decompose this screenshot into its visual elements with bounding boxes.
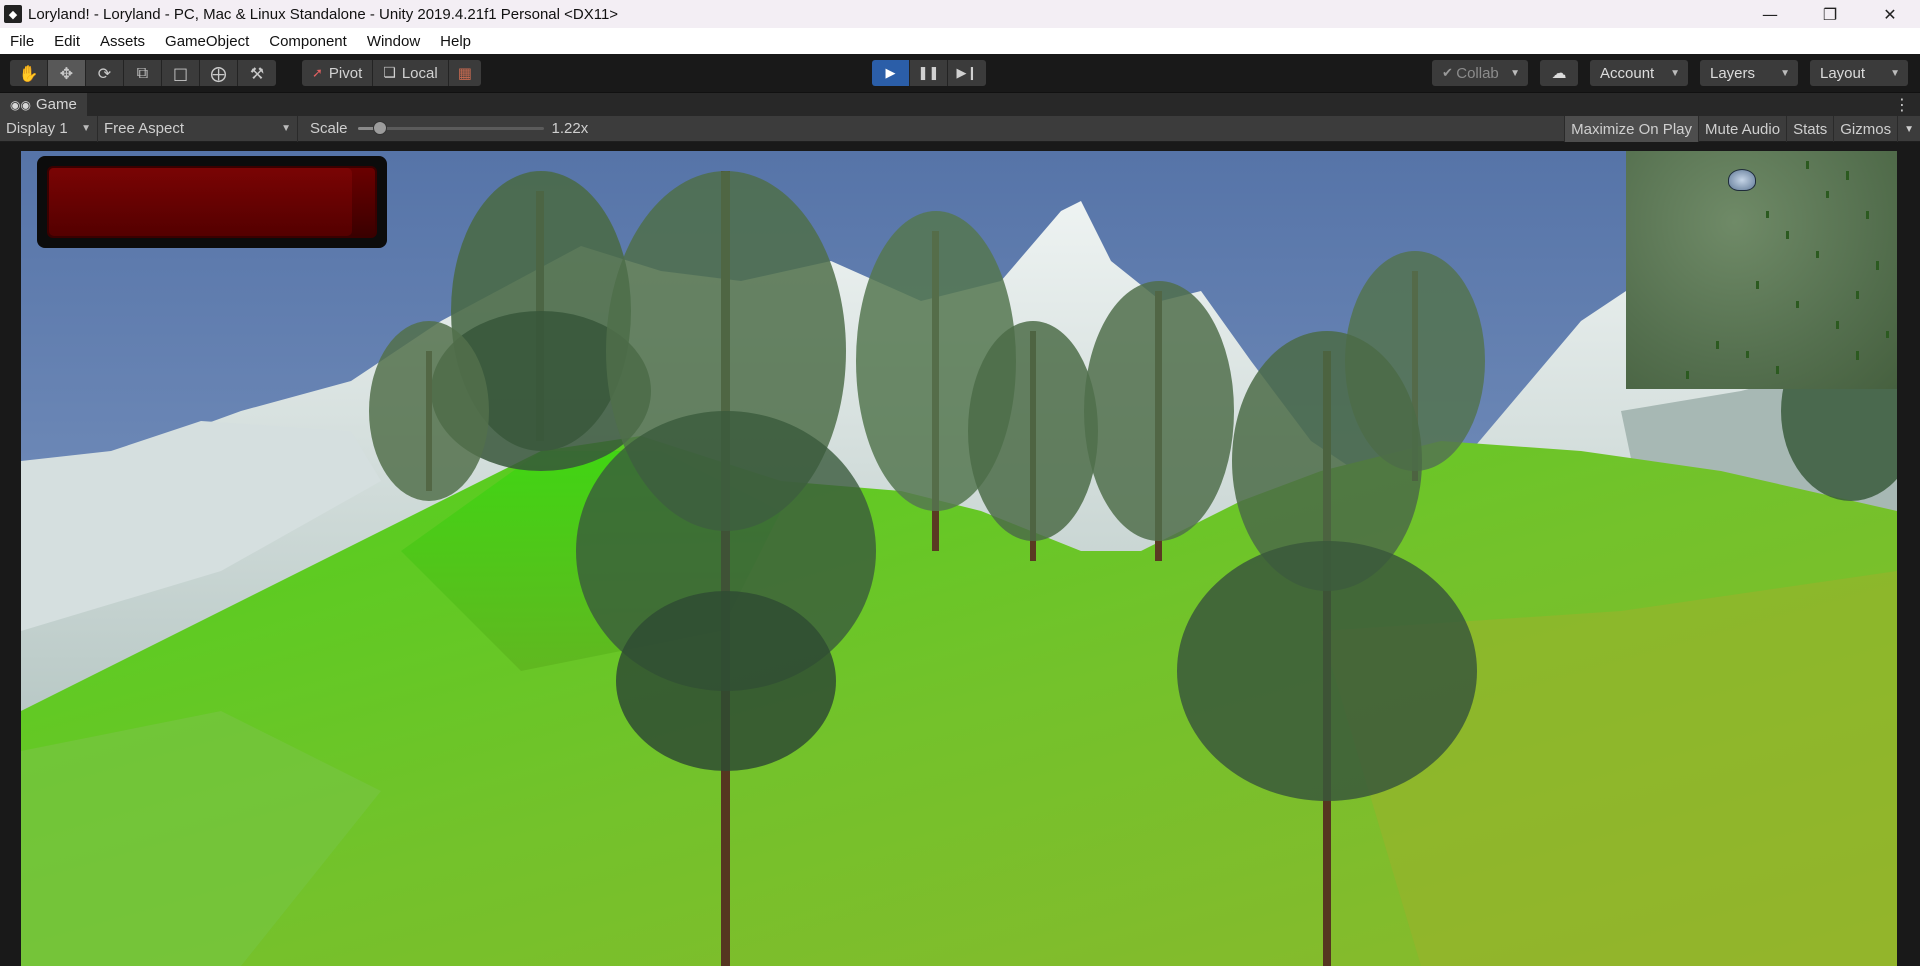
account-dropdown[interactable]: Account ▼ [1590, 60, 1688, 86]
grid-snap-toggle[interactable]: ▦ [448, 60, 481, 86]
unity-icon: ◆ [4, 5, 22, 23]
scale-label: Scale [310, 120, 348, 137]
scene-render [21, 151, 1897, 966]
pivot-label: Pivot [328, 64, 363, 82]
collab-check-icon: ✔ [1442, 65, 1453, 81]
tab-menu-icon[interactable]: ⋮ [1894, 95, 1910, 114]
chevron-down-icon: ▼ [1510, 67, 1520, 79]
rotate-tool-icon[interactable]: ⟳ [86, 60, 124, 86]
tab-game-label: Game [35, 96, 77, 113]
menu-edit[interactable]: Edit [44, 33, 90, 50]
handle-toggles: ➚ Pivot ❏ Local ▦ [302, 60, 481, 86]
collab-dropdown[interactable]: ✔ Collab ▼ [1432, 60, 1528, 86]
gizmos-label: Gizmos [1840, 120, 1892, 138]
menu-file[interactable]: File [0, 33, 44, 50]
main-toolbar: ✋ ✥ ⟳ ⧉ □ ⨁ ⚒ ➚ Pivot ❏ Local ▦ ▶ ❚❚ ▶❙ … [0, 54, 1920, 92]
window-title-bar: ◆ Loryland! - Loryland - PC, Mac & Linux… [0, 0, 1920, 28]
display-dropdown[interactable]: Display 1 ▼ [0, 115, 98, 142]
rect-tool-icon[interactable]: □ [162, 60, 200, 86]
stats-toggle[interactable]: Stats [1786, 116, 1833, 142]
cube-icon: ❏ [383, 65, 396, 81]
cloud-icon: ☁ [1551, 64, 1567, 82]
pivot-icon: ➚ [312, 65, 323, 81]
layers-label: Layers [1710, 64, 1756, 82]
transform-tools: ✋ ✥ ⟳ ⧉ □ ⨁ ⚒ [10, 60, 276, 86]
menu-assets[interactable]: Assets [90, 33, 155, 50]
custom-tool-icon[interactable]: ⚒ [238, 60, 276, 86]
layout-label: Layout [1820, 64, 1866, 82]
gizmos-toggle[interactable]: Gizmos [1833, 116, 1897, 142]
chevron-down-icon: ▼ [1904, 123, 1914, 135]
scale-control: Scale 1.22x [310, 120, 588, 137]
chevron-down-icon: ▼ [81, 123, 91, 134]
menu-component[interactable]: Component [259, 33, 357, 50]
tab-game[interactable]: ◉◉ Game [0, 92, 87, 117]
pivot-toggle[interactable]: ➚ Pivot [302, 60, 374, 86]
mute-audio-toggle[interactable]: Mute Audio [1698, 116, 1786, 142]
layers-dropdown[interactable]: Layers ▼ [1700, 60, 1798, 86]
scale-slider-thumb[interactable] [372, 121, 387, 135]
play-icon[interactable]: ▶ [872, 60, 910, 86]
chevron-down-icon: ▼ [1890, 67, 1900, 79]
minimap [1626, 151, 1897, 389]
layout-dropdown[interactable]: Layout ▼ [1810, 60, 1908, 86]
player-marker-icon [1728, 169, 1756, 191]
cloud-button[interactable]: ☁ [1540, 60, 1578, 86]
collab-label: Collab [1456, 64, 1499, 82]
menu-bar: File Edit Assets GameObject Component Wi… [0, 28, 1920, 54]
transform-tool-icon[interactable]: ⨁ [200, 60, 238, 86]
step-icon[interactable]: ▶❙ [948, 60, 986, 86]
hand-tool-icon[interactable]: ✋ [10, 60, 48, 86]
move-tool-icon[interactable]: ✥ [48, 60, 86, 86]
maximize-on-play-toggle[interactable]: Maximize On Play [1564, 116, 1698, 142]
game-viewport[interactable] [0, 142, 1920, 966]
gamepad-icon: ◉◉ [10, 97, 31, 112]
restore-icon[interactable]: ❐ [1800, 0, 1860, 28]
window-controls: — ❐ ✕ [1740, 0, 1920, 28]
game-scene[interactable] [21, 151, 1897, 966]
game-control-bar: Display 1 ▼ Free Aspect ▼ Scale 1.22x Ma… [0, 115, 1920, 142]
play-controls: ▶ ❚❚ ▶❙ [872, 60, 986, 86]
local-toggle[interactable]: ❏ Local [373, 60, 449, 86]
health-bar-fill [49, 168, 353, 236]
chevron-down-icon: ▼ [1670, 67, 1680, 79]
pause-icon[interactable]: ❚❚ [910, 60, 948, 86]
aspect-label: Free Aspect [104, 120, 185, 137]
account-label: Account [1600, 64, 1655, 82]
minimize-icon[interactable]: — [1740, 0, 1800, 28]
aspect-dropdown[interactable]: Free Aspect ▼ [98, 115, 298, 142]
health-bar [37, 156, 387, 248]
display-label: Display 1 [6, 120, 68, 137]
game-tab-bar: ◉◉ Game ⋮ [0, 92, 1920, 117]
window-title: Loryland! - Loryland - PC, Mac & Linux S… [28, 5, 619, 23]
chevron-down-icon: ▼ [1780, 67, 1790, 79]
close-icon[interactable]: ✕ [1860, 0, 1920, 28]
scale-slider[interactable] [357, 121, 544, 135]
chevron-down-icon: ▼ [281, 123, 291, 134]
minimap-trees [1686, 161, 1889, 379]
health-bar-track [47, 166, 377, 238]
scale-tool-icon[interactable]: ⧉ [124, 60, 162, 86]
grid-snap-icon: ▦ [457, 64, 472, 82]
menu-gameobject[interactable]: GameObject [155, 33, 259, 50]
gizmos-dropdown[interactable]: ▼ [1897, 116, 1920, 142]
menu-window[interactable]: Window [357, 33, 430, 50]
game-bar-toggles: Maximize On Play Mute Audio Stats Gizmos… [1564, 116, 1920, 142]
local-label: Local [401, 64, 438, 82]
menu-help[interactable]: Help [430, 33, 481, 50]
scale-value: 1.22x [551, 120, 589, 137]
